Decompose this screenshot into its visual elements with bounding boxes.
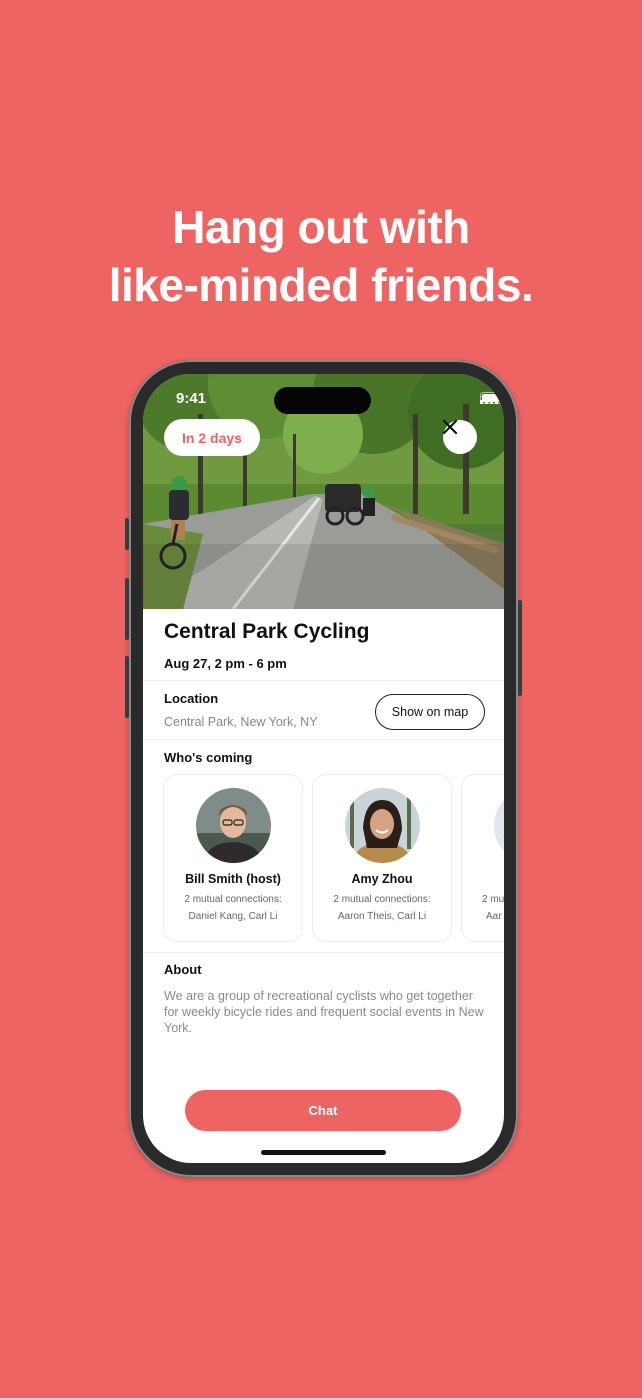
close-button[interactable] [443,420,477,454]
battery-icon [480,392,504,404]
chat-button[interactable]: Chat [185,1090,461,1131]
attendee-card[interactable]: Amy Zhou 2 mutual connections: Aaron The… [312,774,452,942]
attendee-card[interactable]: Bill Smith (host) 2 mutual connections: … [163,774,303,942]
volume-up-button [125,578,129,640]
avatar [494,788,504,863]
event-date: Aug 27, 2 pm - 6 pm [164,656,287,671]
avatar [196,788,271,863]
volume-down-button [125,656,129,718]
mutual-connections-names: Daniel Kang, Carl Li [188,911,278,922]
mutual-connections-label: 2 mu [482,894,504,905]
headline: Hang out with like-minded friends. [0,198,642,314]
location-value: Central Park, New York, NY [164,715,318,729]
headline-line-1: Hang out with [172,201,470,253]
power-button [518,600,522,696]
phone-frame: 9:41 In 2 days Central Park Cycling Aug … [125,360,522,1177]
action-button [125,518,129,550]
dynamic-island [274,387,371,414]
mutual-connections-names: Aaron Theis, Carl Li [337,911,427,922]
close-icon [443,420,457,434]
attendee-name: Amy Zhou [351,872,413,886]
about-text: We are a group of recreational cyclists … [164,989,484,1035]
whos-coming-label: Who's coming [164,750,253,765]
when-badge: In 2 days [164,419,260,456]
divider [143,739,504,740]
mutual-connections-label: 2 mutual connections: [333,894,431,905]
about-label: About [164,962,202,977]
headline-line-2: like-minded friends. [108,259,534,311]
attendee-card[interactable]: 2 mu Aar [461,774,504,942]
attendee-name: Bill Smith (host) [185,872,281,886]
status-time: 9:41 [176,390,207,407]
show-on-map-button[interactable]: Show on map [375,694,485,730]
app-screen: 9:41 In 2 days Central Park Cycling Aug … [143,374,504,1163]
location-label: Location [164,691,219,706]
avatar [345,788,420,863]
event-hero-photo: 9:41 In 2 days [143,374,504,609]
divider [143,952,504,953]
divider [143,680,504,681]
mutual-connections-label: 2 mutual connections: [184,894,282,905]
home-indicator [261,1150,386,1155]
mutual-connections-names: Aar [486,911,502,922]
event-title: Central Park Cycling [164,620,370,643]
